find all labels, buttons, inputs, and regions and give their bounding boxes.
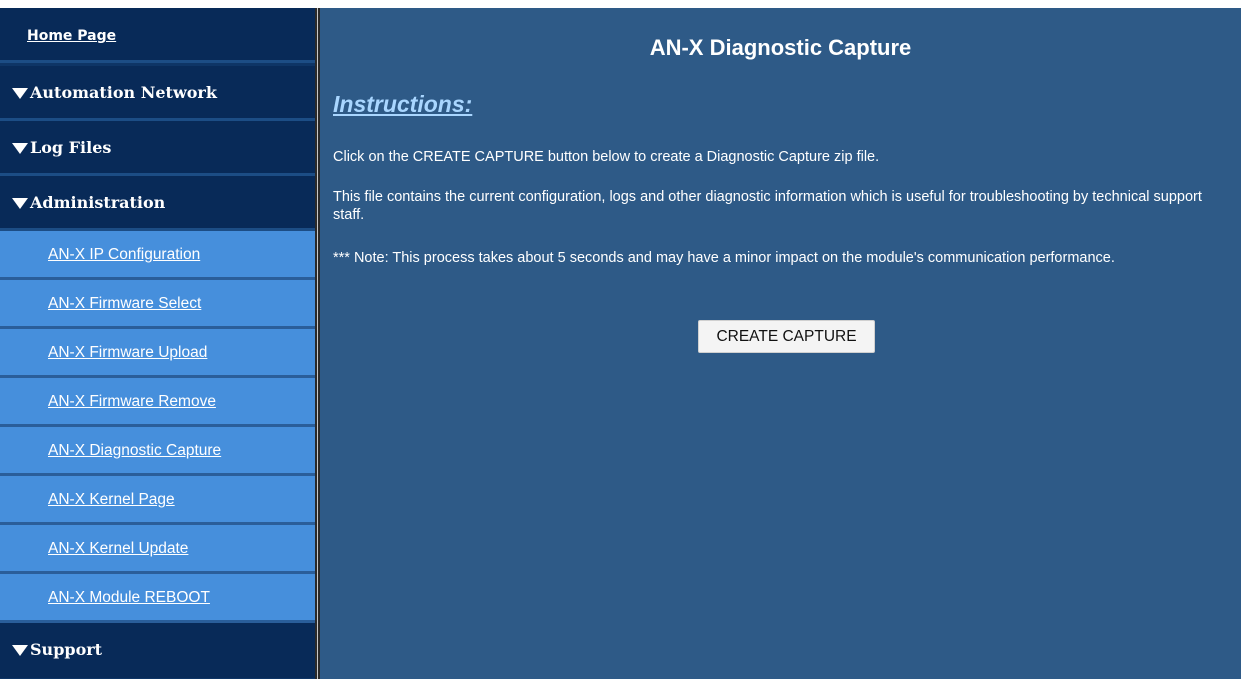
- sidebar-nav: Home Page Automation Network Log Files A…: [0, 8, 315, 679]
- triangle-down-icon: [12, 198, 28, 209]
- main-content: AN-X Diagnostic Capture Instructions: Cl…: [320, 8, 1241, 679]
- instruction-paragraph-1: Click on the CREATE CAPTURE button below…: [333, 149, 880, 165]
- triangle-down-icon: [12, 88, 28, 99]
- page-frame: Home Page Automation Network Log Files A…: [0, 8, 1241, 679]
- sidebar-item-diagnostic-capture[interactable]: AN-X Diagnostic Capture: [0, 427, 315, 476]
- sidebar-item-kernel-update[interactable]: AN-X Kernel Update: [0, 525, 315, 574]
- ip-configuration-link[interactable]: AN-X IP Configuration: [48, 246, 200, 264]
- instructions-heading: Instructions:: [333, 91, 473, 117]
- sidebar-section-log-files[interactable]: Log Files: [0, 121, 315, 176]
- firmware-upload-link[interactable]: AN-X Firmware Upload: [48, 344, 207, 362]
- section-label: Administration: [30, 193, 166, 212]
- kernel-update-link[interactable]: AN-X Kernel Update: [48, 540, 188, 558]
- sidebar-section-administration[interactable]: Administration: [0, 176, 315, 231]
- sidebar-item-ip-configuration[interactable]: AN-X IP Configuration: [0, 231, 315, 280]
- triangle-down-icon: [12, 645, 28, 656]
- section-label: Support: [30, 640, 103, 659]
- home-page-link[interactable]: Home Page: [27, 28, 116, 44]
- sidebar-item-kernel-page[interactable]: AN-X Kernel Page: [0, 476, 315, 525]
- sidebar-section-support[interactable]: Support: [0, 623, 315, 678]
- page-title: AN-X Diagnostic Capture: [649, 35, 912, 60]
- triangle-down-icon: [12, 143, 28, 154]
- section-label: Automation Network: [30, 83, 217, 102]
- sidebar-item-firmware-select[interactable]: AN-X Firmware Select: [0, 280, 315, 329]
- section-label: Log Files: [30, 138, 112, 157]
- sidebar-item-home[interactable]: Home Page: [0, 8, 315, 63]
- module-reboot-link[interactable]: AN-X Module REBOOT: [48, 589, 210, 607]
- firmware-remove-link[interactable]: AN-X Firmware Remove: [48, 393, 216, 411]
- instruction-paragraph-2: This file contains the current configura…: [333, 189, 1202, 223]
- sidebar-item-firmware-remove[interactable]: AN-X Firmware Remove: [0, 378, 315, 427]
- instruction-note: *** Note: This process takes about 5 sec…: [333, 250, 1115, 266]
- diagnostic-capture-link[interactable]: AN-X Diagnostic Capture: [48, 442, 221, 460]
- create-capture-button[interactable]: CREATE CAPTURE: [698, 320, 875, 353]
- sidebar-item-firmware-upload[interactable]: AN-X Firmware Upload: [0, 329, 315, 378]
- firmware-select-link[interactable]: AN-X Firmware Select: [48, 295, 201, 313]
- kernel-page-link[interactable]: AN-X Kernel Page: [48, 491, 175, 509]
- sidebar-section-automation-network[interactable]: Automation Network: [0, 66, 315, 121]
- sidebar-item-module-reboot[interactable]: AN-X Module REBOOT: [0, 574, 315, 623]
